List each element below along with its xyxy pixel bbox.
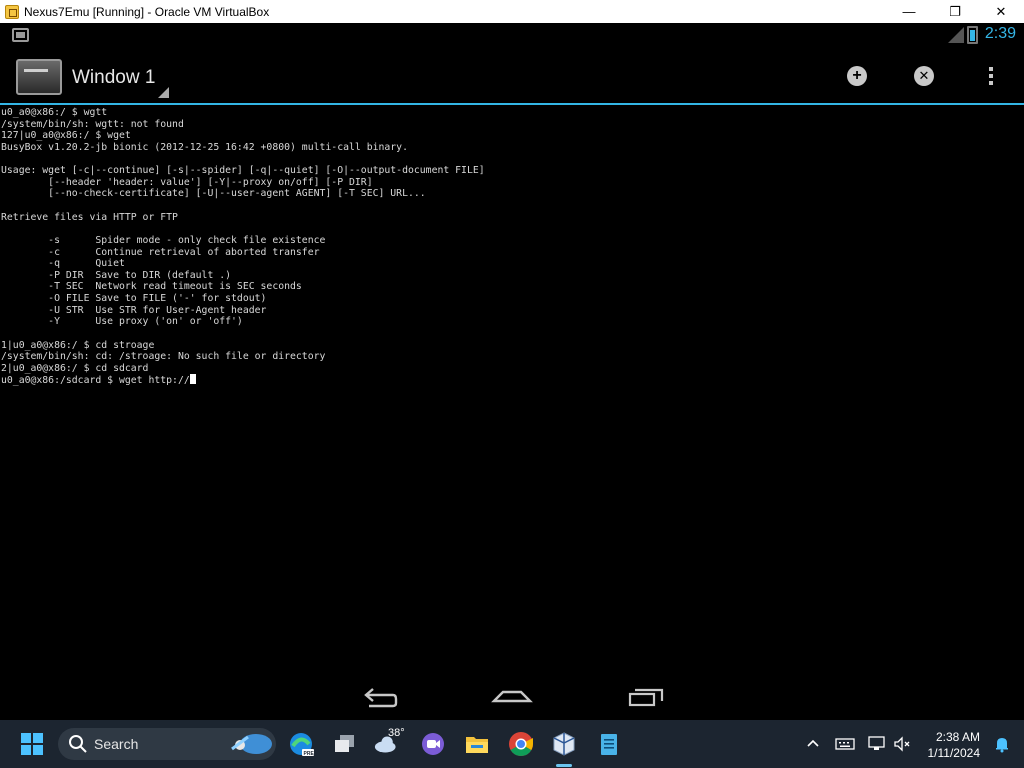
teams-icon (422, 733, 444, 755)
terminal-line: -T SEC Network read timeout is SEC secon… (1, 281, 302, 293)
status-clock: 2:39 (984, 25, 1016, 42)
terminal-line: -q Quiet (1, 258, 125, 270)
keyboard-tray[interactable] (829, 728, 861, 760)
terminal-line: BusyBox v1.20.2-jb bionic (2012-12-25 16… (1, 141, 408, 153)
notepad-icon (601, 734, 617, 755)
terminal-output: u0_a0@x86:/ $ wgtt /system/bin/sh: wgtt:… (0, 107, 1024, 387)
volume-tray[interactable] (886, 728, 918, 760)
volume-muted-icon (894, 736, 910, 752)
terminal-line: Retrieve files via HTTP or FTP (1, 211, 178, 223)
taskbar-date: 1/11/2024 (927, 746, 981, 760)
taskbar-search-box[interactable]: Search (58, 728, 276, 760)
plus-icon: + (847, 66, 867, 86)
taskbar-notepad[interactable] (593, 728, 625, 760)
taskbar-file-explorer[interactable] (461, 728, 493, 760)
close-circle-icon: ✕ (914, 66, 934, 86)
terminal-app-icon[interactable] (16, 59, 62, 95)
taskbar-chrome[interactable] (505, 728, 537, 760)
terminal-line: 1|u0_a0@x86:/ $ cd stroage (1, 339, 155, 351)
terminal-line: -P DIR Save to DIR (default .) (1, 269, 232, 281)
virtualbox-icon (553, 732, 575, 756)
terminal-line: -s Spider mode - only check file existen… (1, 234, 326, 246)
task-view-icon (335, 735, 354, 752)
taskbar-edge[interactable]: PRE (285, 728, 317, 760)
home-icon (491, 690, 533, 703)
terminal-line: [--header 'header: value'] [-Y|--proxy o… (1, 176, 373, 188)
overflow-menu-button[interactable] (979, 64, 1003, 88)
recent-apps-button[interactable] (622, 680, 670, 712)
terminal-line: u0_a0@x86:/ $ wgtt (1, 107, 108, 118)
terminal-line: -U STR Use STR for User-Agent header (1, 304, 267, 316)
terminal-line: /system/bin/sh: cd: /stroage: No such fi… (1, 351, 326, 363)
windows-taskbar: Search PRE 38° 2:38 AM 1/11/2024 (0, 720, 1024, 768)
window-title: Nexus7Emu [Running] - Oracle VM VirtualB… (24, 4, 270, 19)
window-selector[interactable]: Window 1 (72, 67, 155, 89)
search-highlight-icon (231, 734, 272, 754)
taskbar-teams[interactable] (417, 728, 449, 760)
terminal-cursor (189, 374, 196, 385)
search-label: Search (94, 736, 139, 752)
minimize-button[interactable]: — (886, 0, 932, 23)
active-app-indicator (556, 764, 572, 767)
terminal-screen[interactable]: u0_a0@x86:/ $ wgtt /system/bin/sh: wgtt:… (0, 107, 1024, 672)
taskbar-weather[interactable]: 38° (373, 727, 405, 760)
signal-icon (948, 27, 964, 43)
screen-notification-icon (12, 28, 29, 42)
recent-apps-icon (628, 688, 664, 707)
spinner-indicator-icon (158, 87, 169, 98)
taskbar-virtualbox[interactable] (548, 728, 580, 760)
file-explorer-icon (466, 737, 488, 753)
start-button[interactable] (16, 728, 48, 760)
keyboard-icon (835, 738, 855, 750)
close-window-button[interactable]: ✕ (912, 64, 936, 88)
terminal-line: -O FILE Save to FILE ('-' for stdout) (1, 293, 267, 304)
action-bar: Window 1 + ✕ (0, 47, 1024, 105)
terminal-line: 127|u0_a0@x86:/ $ wget (1, 130, 131, 142)
restore-button[interactable]: ❐ (932, 0, 978, 23)
virtualbox-app-icon (5, 4, 19, 19)
taskbar-task-view[interactable] (329, 728, 361, 760)
search-icon (69, 735, 87, 753)
battery-icon (967, 26, 978, 44)
android-status-bar: 2:39 (0, 23, 1024, 47)
notifications-button[interactable] (986, 728, 1018, 760)
new-window-button[interactable]: + (845, 64, 869, 88)
terminal-line: -c Continue retrieval of aborted transfe… (1, 246, 320, 258)
terminal-prompt[interactable]: u0_a0@x86:/sdcard $ wget http:// (1, 375, 190, 386)
terminal-line: [--no-check-certificate] [-U|--user-agen… (1, 188, 426, 200)
chrome-icon (509, 732, 533, 757)
back-icon (364, 688, 398, 708)
close-button[interactable]: ✕ (978, 0, 1024, 23)
weather-temperature: 38° (388, 727, 405, 739)
overflow-dots-icon (989, 67, 993, 85)
terminal-line: Usage: wget [-c|--continue] [-s|--spider… (1, 165, 485, 177)
home-button[interactable] (488, 680, 536, 712)
notification-bell-icon (996, 738, 1008, 753)
terminal-line: 2|u0_a0@x86:/ $ cd sdcard (1, 362, 149, 374)
network-icon (868, 736, 885, 750)
taskbar-clock[interactable]: 2:38 AM 1/11/2024 (928, 729, 981, 761)
android-nav-bar (0, 672, 1024, 720)
back-button[interactable] (355, 680, 403, 712)
terminal-line: /system/bin/sh: wgtt: not found (1, 118, 184, 130)
terminal-line: -Y Use proxy ('on' or 'off') (1, 316, 243, 328)
edge-icon: PRE (290, 733, 315, 757)
window-title-bar: Nexus7Emu [Running] - Oracle VM VirtualB… (0, 0, 1024, 23)
svg-text:PRE: PRE (304, 751, 315, 757)
windows-logo-icon (21, 733, 43, 755)
chevron-up-icon (807, 739, 819, 747)
taskbar-time: 2:38 AM (935, 730, 980, 744)
show-hidden-icons-button[interactable] (797, 728, 829, 760)
